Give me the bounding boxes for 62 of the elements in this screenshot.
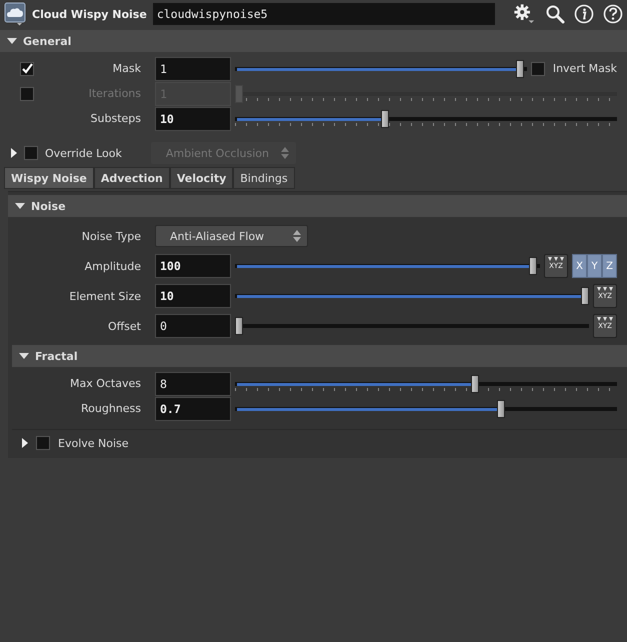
value-field[interactable]: 8 (155, 372, 231, 396)
folder-label: Override Look (45, 146, 122, 160)
slider-handle[interactable] (529, 257, 538, 275)
expand-arrow-icon[interactable] (9, 148, 19, 158)
slider-handle[interactable] (235, 317, 243, 335)
tab[interactable]: Velocity (170, 167, 234, 189)
checkbox[interactable] (530, 62, 545, 76)
up-down-arrows-icon (280, 146, 289, 160)
slider-handle[interactable] (581, 287, 589, 305)
up-down-arrows-icon (293, 229, 301, 243)
value-field[interactable]: 10 (155, 106, 231, 130)
value-slider[interactable] (235, 287, 589, 305)
checkbox[interactable] (24, 146, 38, 160)
parameter-label: Offset (106, 320, 141, 332)
triangles-icon (548, 257, 564, 262)
tab[interactable]: Bindings (233, 167, 295, 189)
cloud-node-icon[interactable] (4, 2, 26, 26)
value-field[interactable]: 0.7 (155, 396, 231, 420)
collapse-arrow-icon[interactable] (7, 36, 17, 46)
parameter-label: Substeps (90, 112, 141, 125)
node-type-label: Cloud Wispy Noise (32, 8, 147, 20)
checkbox[interactable] (20, 62, 34, 76)
dropdown-menu[interactable]: Anti-Aliased Flow (155, 225, 308, 247)
section-header[interactable]: Fractal (12, 345, 627, 367)
section-header[interactable]: General (0, 30, 627, 52)
collapse-arrow-icon[interactable] (19, 351, 29, 361)
value-slider[interactable] (235, 317, 589, 335)
value-field[interactable]: 1 (155, 56, 231, 80)
triangles-icon (597, 287, 613, 292)
value-slider[interactable] (235, 110, 617, 128)
slider-handle[interactable] (380, 110, 389, 128)
slider-handle[interactable] (496, 400, 505, 418)
parameter-label: Element Size (68, 290, 141, 302)
parameter-label: Roughness (80, 402, 141, 415)
parameter-label: Iterations (88, 87, 141, 100)
tab[interactable]: Advection (94, 167, 170, 189)
value-field[interactable]: 0 (155, 314, 231, 338)
parameter-label: Max Octaves (68, 377, 141, 390)
info-icon[interactable] (574, 4, 594, 24)
section-header[interactable]: Noise (8, 195, 627, 217)
help-icon[interactable] (603, 4, 623, 24)
slider-handle[interactable] (516, 60, 524, 78)
value-field[interactable]: 10 (155, 284, 231, 308)
expand-arrow-icon[interactable] (20, 438, 30, 448)
folder-label: Evolve Noise (58, 436, 129, 450)
settings-icon[interactable] (512, 3, 536, 25)
value-field[interactable]: 100 (155, 254, 231, 278)
triangles-icon (597, 317, 613, 322)
slider-handle[interactable] (470, 374, 479, 392)
value-slider[interactable] (235, 257, 540, 275)
checkbox-label: Invert Mask (552, 62, 617, 75)
value-slider[interactable] (235, 60, 527, 78)
collapse-arrow-icon[interactable] (15, 201, 25, 211)
parameter-label: Noise Type (80, 230, 141, 242)
value-slider[interactable] (235, 374, 617, 392)
checkbox[interactable] (36, 436, 50, 450)
parameter-label: Mask (112, 62, 141, 75)
parameter-label: Amplitude (84, 260, 141, 272)
tab[interactable]: Wispy Noise (4, 167, 94, 189)
search-icon[interactable] (545, 4, 565, 24)
value-slider[interactable] (235, 400, 617, 418)
node-name-field[interactable]: cloudwispynoise5 (152, 3, 495, 25)
